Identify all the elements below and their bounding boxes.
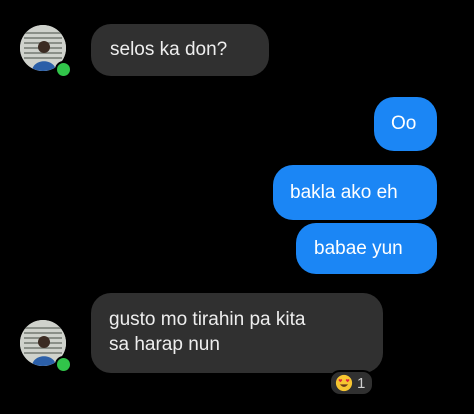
message-text-line: sa harap nun bbox=[109, 334, 220, 355]
outgoing-message-bubble[interactable]: Oo bbox=[374, 97, 437, 151]
message-text: selos ka don? bbox=[110, 39, 228, 60]
message-text-line: gusto mo tirahin pa kita bbox=[109, 309, 306, 330]
reaction-count: 1 bbox=[357, 374, 366, 392]
online-status-indicator bbox=[55, 356, 72, 373]
online-status-indicator bbox=[55, 61, 72, 78]
message-text: Oo bbox=[391, 113, 417, 134]
outgoing-message-bubble[interactable]: babae yun bbox=[296, 223, 437, 274]
outgoing-message-bubble[interactable]: bakla ako eh bbox=[273, 165, 437, 220]
heart-eyes-emoji-icon bbox=[335, 374, 353, 392]
message-text: babae yun bbox=[314, 238, 403, 259]
chat-thread: selos ka don? Oo bakla ako eh babae yun bbox=[0, 0, 474, 414]
incoming-message-bubble[interactable]: gusto mo tirahin pa kita sa harap nun bbox=[91, 293, 383, 373]
message-reaction[interactable]: 1 bbox=[329, 370, 375, 396]
message-text: bakla ako eh bbox=[290, 182, 398, 203]
incoming-message-bubble[interactable]: selos ka don? bbox=[91, 24, 269, 76]
